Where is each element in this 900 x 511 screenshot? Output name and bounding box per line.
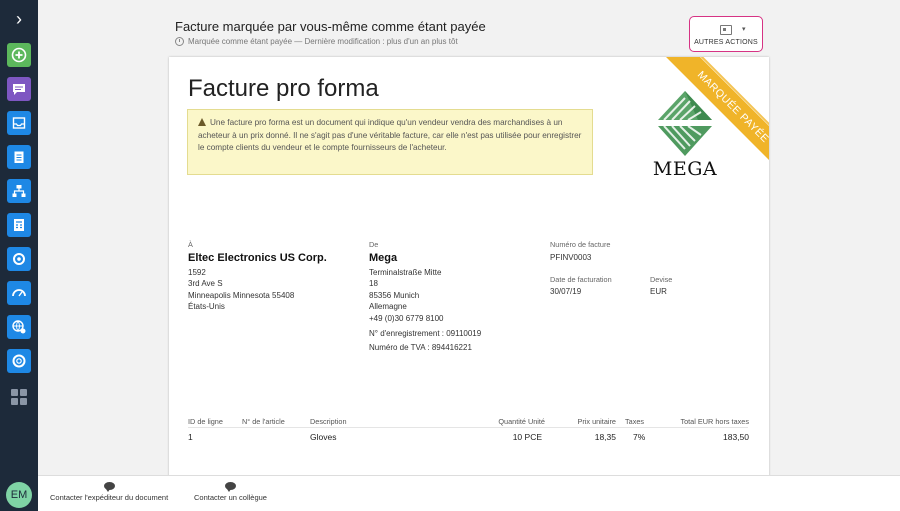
invoice-date: 30/07/19 [550,287,582,296]
status-text: Marquée comme étant payée — Dernière mod… [188,37,458,46]
create-icon[interactable] [7,43,31,67]
col-line-id: ID de ligne [188,417,223,426]
support-icon[interactable] [7,349,31,373]
company-logo: MEGA [650,90,730,185]
contact-colleague-label: Contacter un collègue [194,493,267,502]
status-line: Marquée comme étant payée — Dernière mod… [175,37,458,46]
warning-icon [198,118,206,126]
apps-grid-icon[interactable] [7,385,31,409]
messages-icon[interactable] [7,77,31,101]
sender-country: Allemagne [369,302,407,311]
notice-text: Une facture pro forma est un document qu… [198,118,582,152]
cell-qty: 10 PCE [512,432,542,442]
invoice-number-label: Numéro de facture [550,240,611,249]
chat-icon [224,482,236,492]
col-article: N° de l'article [242,417,285,426]
document-title: Facture pro forma [188,75,379,102]
invoice-document: Facture pro forma Une facture pro forma … [169,57,769,477]
contact-sender-label: Contacter l'expéditeur du document [50,493,169,502]
inbox-icon[interactable] [7,111,31,135]
recipient-address-3: Minneapolis Minnesota 55408 [188,291,295,300]
cell-taxes: 7% [633,432,646,442]
sender-name: Mega [369,252,398,264]
contact-sender-button[interactable]: Contacter l'expéditeur du document [50,482,168,502]
logo-text: MEGA [652,158,718,180]
page-title: Facture marquée par vous-même comme étan… [175,19,486,34]
cell-unit-price: 18,35 [594,432,616,442]
settings-icon[interactable] [7,247,31,271]
expand-sidebar-button[interactable]: › [0,6,38,32]
recipient-address-2: 3rd Ave S [188,279,223,288]
col-unit-price: Prix unitaire [577,417,616,426]
to-label: À [188,240,193,249]
chevron-down-icon: ▾ [742,26,746,33]
sidebar: › EM [0,0,38,511]
footer-bar: Contacter l'expéditeur du document Conta… [38,475,900,511]
avatar[interactable]: EM [6,482,32,508]
card-icon [720,25,732,35]
col-taxes: Taxes [625,417,645,426]
dashboard-icon[interactable] [7,281,31,305]
invoice-number: PFINV0003 [550,253,592,262]
recipient-name: Eltec Electronics US Corp. [188,252,327,264]
invoice-date-label: Date de facturation [550,275,612,284]
sender-registration: N° d'enregistrement : 09110019 [369,329,482,338]
clock-icon [175,37,184,46]
calculator-icon[interactable] [7,213,31,237]
org-chart-icon[interactable] [7,179,31,203]
recipient-address-1: 1592 [188,268,206,277]
more-actions-label: AUTRES ACTIONS [694,39,758,46]
sender-phone: +49 (0)30 6779 8100 [369,314,444,323]
cell-total: 183,50 [723,432,749,442]
cell-description: Gloves [310,432,337,442]
table-divider [188,427,748,428]
from-label: De [369,240,379,249]
sender-address-3: 85356 Munich [369,291,420,300]
col-total: Total EUR hors taxes [680,417,749,426]
chat-icon [103,482,115,492]
cell-line-id: 1 [188,432,193,442]
sender-vat: Numéro de TVA : 894416221 [369,343,472,352]
sender-address-2: 18 [369,279,378,288]
currency-label: Devise [650,275,673,284]
globe-settings-icon[interactable] [7,315,31,339]
contact-colleague-button[interactable]: Contacter un collègue [194,482,267,502]
clipboard-icon[interactable] [7,145,31,169]
more-actions-button[interactable]: ▾ AUTRES ACTIONS [689,16,763,52]
recipient-country: États-Unis [188,302,225,311]
sender-address-1: Terminalstraße Mitte [369,268,442,277]
col-qty: Quantité Unité [498,417,545,426]
col-description: Description [310,417,347,426]
currency: EUR [650,287,667,296]
info-notice: Une facture pro forma est un document qu… [187,109,593,175]
mega-logo-icon [658,91,712,156]
